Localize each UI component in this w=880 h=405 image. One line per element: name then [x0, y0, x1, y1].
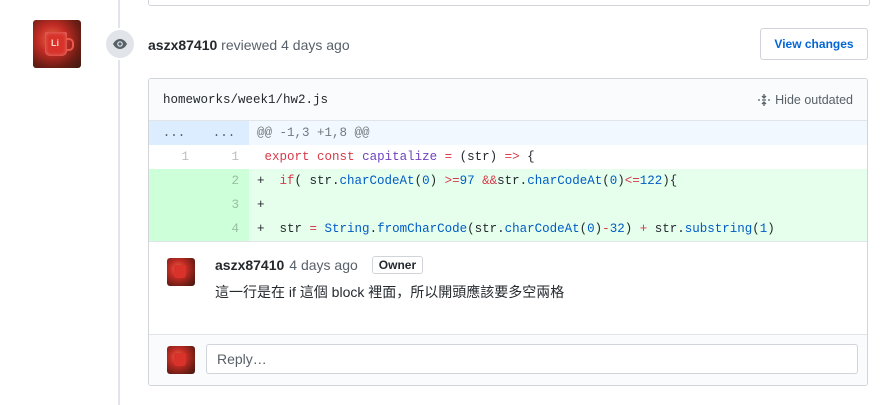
old-line-number[interactable]: 1: [149, 145, 199, 169]
new-line-number[interactable]: 4: [199, 217, 249, 241]
previous-timeline-card: [148, 0, 870, 6]
timeline-line: [118, 0, 120, 405]
diff-line: 2 + if( str.charCodeAt(0) >=97 &&str.cha…: [149, 169, 867, 193]
code-line: export const capitalize = (str) => {: [264, 150, 535, 164]
review-action-text: reviewed 4 days ago: [217, 37, 350, 53]
hide-outdated-label: Hide outdated: [775, 92, 853, 107]
new-line-number[interactable]: 2: [199, 169, 249, 193]
old-line-number[interactable]: [149, 193, 199, 217]
code-line: + str = String.fromCharCode(str.charCode…: [257, 222, 775, 236]
comment-timestamp[interactable]: 4 days ago: [289, 257, 358, 273]
mug-image: Li: [45, 32, 74, 56]
hunk-header: @@ -1,3 +1,8 @@: [257, 126, 370, 140]
reply-area: [149, 334, 867, 385]
new-line-number[interactable]: 1: [199, 145, 249, 169]
view-changes-button[interactable]: View changes: [760, 28, 868, 60]
unfold-icon: [758, 93, 771, 106]
new-line-number[interactable]: 3: [199, 193, 249, 217]
hide-outdated-button[interactable]: Hide outdated: [757, 93, 853, 107]
hunk-expand-old[interactable]: ...: [149, 121, 199, 145]
diff-line: 4 + str = String.fromCharCode(str.charCo…: [149, 217, 867, 241]
reply-avatar: [167, 346, 195, 374]
review-comment: aszx87410 4 days ago Owner 這一行是在 if 這個 b…: [149, 241, 867, 334]
diff-hunk-row: ... ... @@ -1,3 +1,8 @@: [149, 121, 867, 145]
code-line: + if( str.charCodeAt(0) >=97 &&str.charC…: [257, 174, 678, 188]
file-header: homeworks/week1/hw2.js Hide outdated: [149, 79, 867, 121]
old-line-number[interactable]: [149, 217, 199, 241]
reply-input[interactable]: [206, 344, 858, 374]
comment-avatar[interactable]: [167, 258, 195, 286]
review-file-box: homeworks/week1/hw2.js Hide outdated ...…: [148, 78, 868, 386]
diff-line: 3 +: [149, 193, 867, 217]
comment-meta: aszx87410 4 days ago Owner: [215, 256, 424, 274]
comment-body: 這一行是在 if 這個 block 裡面，所以開頭應該要多空兩格: [215, 284, 565, 300]
diff-line: 1 1 export const capitalize = (str) => {: [149, 145, 867, 169]
old-line-number[interactable]: [149, 169, 199, 193]
owner-badge: Owner: [371, 256, 424, 274]
comment-author-link[interactable]: aszx87410: [215, 257, 284, 273]
review-header: aszx87410 reviewed 4 days ago: [148, 37, 350, 53]
hunk-expand-new[interactable]: ...: [199, 121, 249, 145]
eye-icon: [104, 28, 136, 60]
file-path[interactable]: homeworks/week1/hw2.js: [163, 93, 328, 107]
reviewer-avatar[interactable]: Li: [33, 20, 81, 68]
review-author-link[interactable]: aszx87410: [148, 37, 217, 53]
code-line: +: [257, 198, 265, 212]
